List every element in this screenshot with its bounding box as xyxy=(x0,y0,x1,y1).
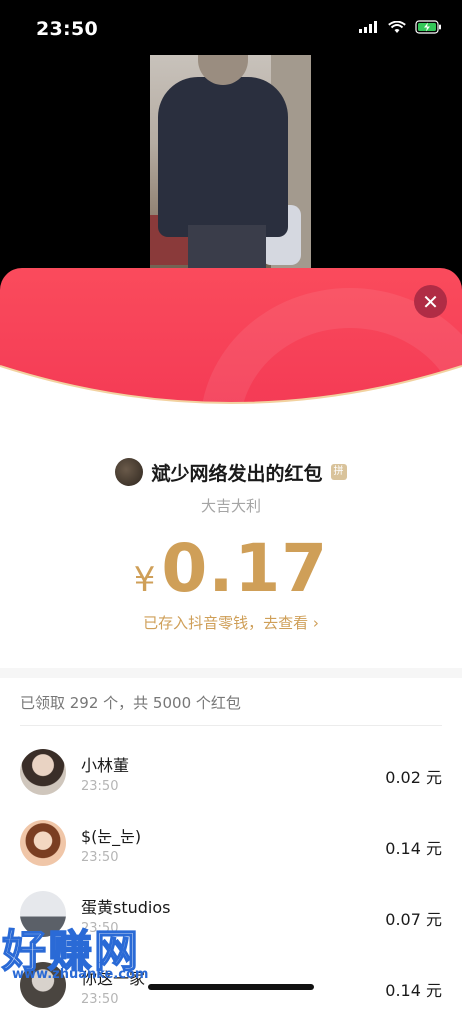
recipient-time: 23:50 xyxy=(81,850,119,865)
home-indicator[interactable] xyxy=(148,984,314,990)
wifi-icon xyxy=(388,20,406,33)
recipient-amount: 0.07 元 xyxy=(385,910,442,929)
avatar[interactable] xyxy=(20,749,66,795)
status-icons xyxy=(359,20,442,34)
greeting-text: 大吉大利 xyxy=(200,497,261,515)
list-item[interactable]: 蛋黄studios 23:50 0.07 元 xyxy=(0,882,462,953)
sender-badge: 拼 xyxy=(330,464,347,480)
close-icon: ✕ xyxy=(422,289,439,314)
sender-name: 斌少网络发出的红包 xyxy=(151,462,323,485)
recipient-amount: 0.02 元 xyxy=(385,768,442,787)
amount-value: 0.17 xyxy=(161,530,329,607)
currency-symbol: ¥ xyxy=(133,560,156,600)
recipient-time: 23:50 xyxy=(81,779,119,794)
summary-divider xyxy=(20,725,442,726)
section-divider xyxy=(0,668,462,678)
status-time: 23:50 xyxy=(36,18,98,40)
recipient-name: 蛋黄studios xyxy=(81,898,171,917)
avatar[interactable] xyxy=(20,962,66,1008)
claim-summary: 已领取 292 个，共 5000 个红包 xyxy=(20,694,241,712)
received-amount: ¥ 0.17 xyxy=(0,530,462,607)
envelope-curve xyxy=(0,365,462,420)
list-item[interactable]: 小林董 23:50 0.02 元 xyxy=(0,740,462,811)
status-bar: 23:50 xyxy=(0,0,462,58)
video-thumbnail[interactable] xyxy=(150,55,311,275)
close-button[interactable]: ✕ xyxy=(414,285,447,318)
view-wallet-link[interactable]: 已存入抖音零钱，去查看 › xyxy=(0,612,462,633)
avatar[interactable] xyxy=(20,820,66,866)
recipient-name: 你这一家 xyxy=(81,969,146,988)
signal-icon xyxy=(359,21,377,33)
sender-row: 斌少网络发出的红包 拼 xyxy=(0,458,462,486)
sender-avatar[interactable] xyxy=(115,458,144,486)
recipient-name: 小林董 xyxy=(81,756,130,775)
battery-charging-icon xyxy=(415,20,441,34)
list-item[interactable]: $(눈_눈) 23:50 0.14 元 xyxy=(0,811,462,882)
avatar[interactable] xyxy=(20,891,66,937)
recipient-name: $(눈_눈) xyxy=(81,827,142,846)
recipient-time: 23:50 xyxy=(81,921,119,936)
recipient-list: 小林董 23:50 0.02 元 $(눈_눈) 23:50 0.14 元 蛋黄s… xyxy=(0,740,462,1024)
recipient-amount: 0.14 元 xyxy=(385,839,442,858)
recipient-amount: 0.14 元 xyxy=(385,981,442,1000)
